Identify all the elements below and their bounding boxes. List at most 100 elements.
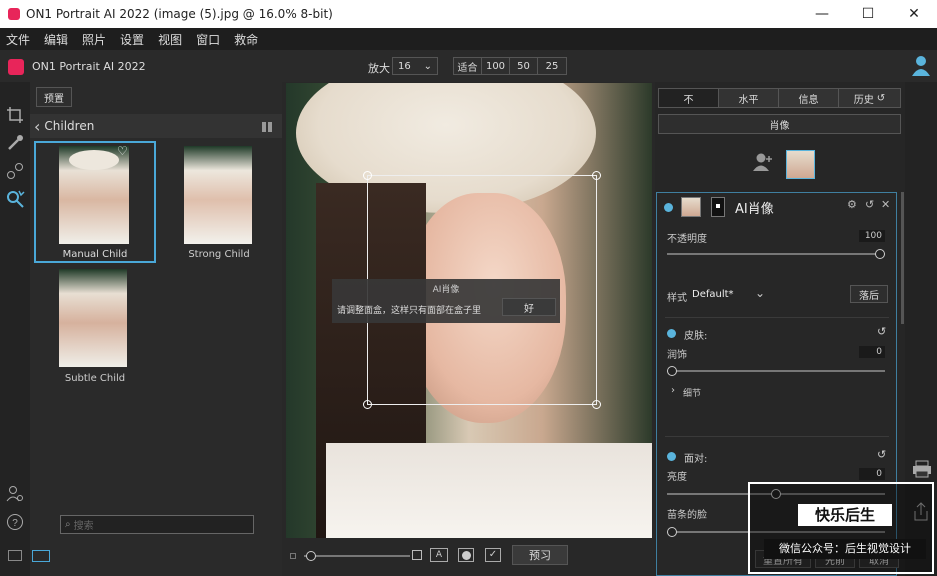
zoom-value: 16: [398, 60, 411, 72]
preset-label: Strong Child: [188, 249, 250, 260]
preview-button[interactable]: 预习: [512, 545, 568, 565]
smooth-label: 润饰: [667, 350, 687, 361]
zoom-100-button[interactable]: 100: [482, 58, 510, 74]
portrait-button[interactable]: 肖像: [658, 114, 901, 134]
menu-edit[interactable]: 编辑: [44, 31, 68, 48]
menu-file[interactable]: 文件: [6, 31, 30, 48]
large-view-icon[interactable]: [412, 550, 422, 560]
help-icon[interactable]: ?: [6, 513, 24, 531]
watermark-title: 快乐后生: [798, 504, 892, 526]
dialog-message: 请调整面盒，这样只有面部在盒子里: [337, 306, 482, 316]
apply-style-button[interactable]: 落后: [850, 285, 888, 303]
tab-history-label: 历史: [853, 94, 874, 106]
opacity-slider[interactable]: [667, 249, 885, 259]
face-thumbnail[interactable]: [786, 150, 815, 179]
zoom-presets: 适合 100 50 25: [453, 57, 567, 75]
search-placeholder: 搜索: [73, 521, 94, 532]
canvas-bottom-bar: A ✓ 预习: [286, 540, 652, 576]
print-icon[interactable]: [912, 460, 932, 478]
smooth-value[interactable]: 0: [859, 346, 885, 358]
style-value[interactable]: Default*: [692, 289, 734, 300]
opacity-value[interactable]: 100: [859, 230, 885, 242]
dialog-ok-button[interactable]: 好: [502, 298, 556, 316]
slider-knob[interactable]: [875, 249, 885, 259]
portrait-face-icon[interactable]: [5, 188, 25, 208]
menu-help[interactable]: 救命: [234, 31, 258, 48]
search-icon: ⌕: [65, 519, 71, 530]
slim-face-label: 苗条的脸: [667, 510, 707, 521]
zoom-select[interactable]: 16 ⌄: [392, 57, 438, 75]
tab-levels[interactable]: 水平: [719, 89, 779, 107]
menu-window[interactable]: 窗口: [196, 31, 220, 48]
face-dialog: AI肖像 请调整面盒，这样只有面部在盒子里 好: [332, 279, 560, 323]
check-icon[interactable]: ✓: [485, 548, 501, 562]
reset-icon[interactable]: ↺: [865, 198, 874, 211]
gear-icon[interactable]: ⚙: [847, 198, 857, 211]
face-enable-dot[interactable]: [667, 452, 676, 461]
favorite-heart-icon[interactable]: ♡: [117, 144, 128, 158]
presets-button[interactable]: 预置: [36, 87, 72, 107]
panel-title: AI肖像: [735, 202, 774, 217]
brightness-value[interactable]: 0: [859, 468, 885, 480]
search-field[interactable]: ⌕ 搜索: [60, 515, 254, 534]
zoom-slider[interactable]: [304, 551, 410, 561]
folder-name: Children: [44, 119, 95, 133]
image-canvas[interactable]: AI肖像 请调整面盒，这样只有面部在盒子里 好: [286, 83, 652, 538]
add-face-icon[interactable]: [752, 152, 774, 172]
slider-knob[interactable]: [667, 527, 677, 537]
preset-item[interactable]: Strong Child: [158, 141, 280, 263]
folder-header: ‹ Children: [30, 114, 282, 138]
people-icon[interactable]: [6, 484, 24, 502]
retouch-icon[interactable]: [6, 162, 24, 180]
user-account-icon[interactable]: [912, 54, 930, 76]
chevron-right-icon[interactable]: ›: [671, 385, 675, 396]
menu-view[interactable]: 视图: [158, 31, 182, 48]
reset-icon[interactable]: ↺: [877, 448, 886, 461]
zoom-25-button[interactable]: 25: [538, 58, 566, 74]
menu-settings[interactable]: 设置: [120, 31, 144, 48]
slider-knob[interactable]: [306, 551, 316, 561]
face-box-handle[interactable]: [592, 400, 601, 409]
maximize-button[interactable]: ☐: [845, 0, 891, 28]
chevron-down-icon[interactable]: ⌄: [755, 286, 765, 300]
filmstrip-toggle-icon[interactable]: [32, 550, 50, 562]
tab-info[interactable]: 信息: [779, 89, 839, 107]
reset-icon[interactable]: ↺: [877, 325, 886, 338]
panel-enable-dot[interactable]: [664, 203, 673, 212]
grid-view-icon[interactable]: [262, 122, 272, 132]
close-button[interactable]: ✕: [891, 0, 937, 28]
brush-icon[interactable]: [6, 134, 24, 152]
tab-history[interactable]: 历史 ↺: [839, 89, 900, 107]
scrollbar[interactable]: [901, 192, 904, 324]
preset-thumbnail: [59, 269, 127, 367]
smooth-slider[interactable]: [667, 366, 885, 376]
watermark-box: 快乐后生 微信公众号：后生视觉设计: [748, 482, 934, 574]
face-box-handle[interactable]: [363, 171, 372, 180]
watermark-subtitle: 微信公众号：后生视觉设计: [764, 539, 926, 559]
skin-enable-dot[interactable]: [667, 329, 676, 338]
zoom-fit-button[interactable]: 适合: [454, 58, 482, 74]
preset-item[interactable]: Subtle Child: [34, 265, 156, 387]
single-panel-icon[interactable]: [8, 550, 22, 561]
window-title: ON1 Portrait AI 2022 (image (5).jpg @ 16…: [26, 7, 333, 21]
close-icon[interactable]: ✕: [881, 198, 890, 211]
minimize-button[interactable]: —: [799, 0, 845, 28]
face-label: 面对:: [684, 454, 708, 465]
divider: [665, 436, 889, 437]
preset-item[interactable]: ♡ Manual Child: [34, 141, 156, 263]
opacity-label: 不透明度: [667, 234, 707, 245]
face-box-handle[interactable]: [363, 400, 372, 409]
tab-layers[interactable]: 不: [659, 89, 719, 107]
small-view-icon[interactable]: [290, 553, 296, 559]
slider-knob[interactable]: [667, 366, 677, 376]
face-box-handle[interactable]: [592, 171, 601, 180]
menu-photo[interactable]: 照片: [82, 31, 106, 48]
zoom-50-button[interactable]: 50: [510, 58, 538, 74]
mask-view-icon[interactable]: [458, 548, 474, 562]
zoom-label: 放大: [368, 62, 390, 75]
crop-icon[interactable]: [6, 106, 24, 124]
text-overlay-icon[interactable]: A: [430, 548, 448, 562]
details-label[interactable]: 细节: [683, 386, 701, 399]
back-chevron-icon[interactable]: ‹: [34, 117, 40, 136]
mask-thumbnail[interactable]: [711, 197, 725, 217]
